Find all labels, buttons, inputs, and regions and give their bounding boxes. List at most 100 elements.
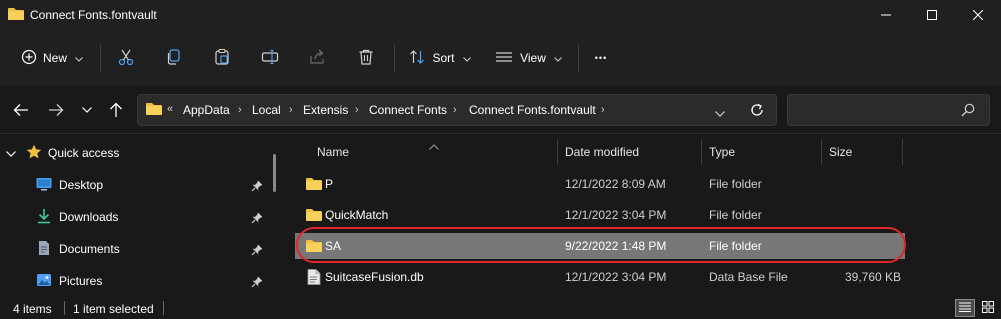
rename-icon [261, 48, 279, 69]
toolbar-divider [578, 44, 579, 72]
tiles-view-icon [982, 300, 994, 316]
pin-icon[interactable] [251, 244, 263, 259]
column-header-type[interactable]: Type [709, 145, 735, 159]
sidebar-item-label: Documents [59, 242, 120, 256]
folder-icon [146, 102, 162, 119]
pin-icon[interactable] [251, 212, 263, 227]
status-bar: 4 items 1 item selected [0, 296, 1001, 319]
download-icon [36, 208, 52, 227]
clipboard-icon [213, 48, 231, 69]
command-bar: New Sort View ••• [0, 30, 1001, 86]
sidebar-item-downloads[interactable]: Downloads [36, 201, 266, 233]
view-button[interactable]: View [490, 42, 568, 74]
toolbar-divider [394, 44, 395, 72]
quick-access-item[interactable]: Quick access [6, 137, 266, 169]
cut-button[interactable] [110, 42, 142, 74]
column-divider[interactable] [902, 139, 903, 165]
sort-button[interactable]: Sort [404, 42, 476, 74]
file-date: 12/1/2022 3:04 PM [565, 270, 667, 284]
refresh-icon[interactable] [749, 102, 765, 121]
search-icon[interactable] [961, 103, 975, 120]
copy-icon [165, 48, 183, 69]
copy-button[interactable] [158, 42, 190, 74]
pictures-icon [36, 272, 52, 291]
file-name: SuitcaseFusion.db [325, 270, 424, 284]
file-type: Data Base File [709, 270, 788, 284]
document-icon [36, 240, 52, 259]
star-icon [26, 144, 42, 163]
file-type: File folder [709, 177, 762, 191]
file-name: P [325, 177, 334, 191]
pin-icon[interactable] [251, 276, 263, 291]
breadcrumb-connect-fonts[interactable]: Connect Fonts [369, 103, 447, 117]
chevron-down-icon [75, 51, 83, 65]
column-header-name[interactable]: Name [317, 145, 349, 159]
file-row[interactable]: SuitcaseFusion.db 12/1/2022 3:04 PM Data… [295, 264, 905, 290]
folder-icon [8, 7, 24, 24]
share-icon [309, 48, 327, 69]
recent-locations-chevron-icon[interactable] [77, 100, 97, 120]
file-size: 39,760 KB [845, 270, 902, 284]
file-row[interactable]: P 12/1/2022 8:09 AM File folder [295, 171, 905, 197]
new-button[interactable]: New [14, 42, 90, 74]
file-date: 12/1/2022 3:04 PM [565, 208, 667, 222]
trash-icon [357, 48, 375, 69]
scissors-icon [117, 48, 135, 69]
breadcrumb-appdata[interactable]: AppData [183, 103, 230, 117]
breadcrumb-separator-icon[interactable]: › [238, 104, 242, 116]
column-divider[interactable] [821, 139, 822, 165]
maximize-button[interactable] [909, 0, 955, 30]
navpane-scrollbar[interactable] [273, 154, 276, 192]
forward-arrow-icon[interactable] [46, 100, 66, 120]
back-arrow-icon[interactable] [11, 100, 31, 120]
sidebar-item-label: Downloads [59, 210, 119, 224]
search-input[interactable] [787, 94, 990, 126]
delete-button[interactable] [350, 42, 382, 74]
file-row[interactable]: QuickMatch 12/1/2022 3:04 PM File folder [295, 202, 905, 228]
breadcrumb-connect-fonts-fontvault[interactable]: Connect Fonts.fontvault [469, 103, 596, 117]
folder-icon [306, 208, 322, 225]
minimize-button[interactable] [863, 0, 909, 30]
address-dropdown-chevron-icon[interactable] [715, 106, 725, 120]
navigation-bar: « AppData › Local › Extensis › Connect F… [0, 86, 1001, 134]
annotation-highlight-ring [296, 227, 906, 263]
chevron-down-icon[interactable] [6, 146, 16, 160]
pin-icon[interactable] [251, 180, 263, 195]
sidebar-item-documents[interactable]: Documents [36, 233, 266, 265]
database-file-icon [307, 269, 321, 288]
file-name: QuickMatch [325, 208, 389, 222]
sort-ascending-chevron-icon [429, 139, 439, 153]
breadcrumb-extensis[interactable]: Extensis [303, 103, 348, 117]
breadcrumb-local[interactable]: Local [252, 103, 281, 117]
breadcrumb-separator-icon[interactable]: › [601, 104, 605, 116]
share-button[interactable] [302, 42, 334, 74]
view-label: View [520, 51, 546, 65]
item-count: 4 items [13, 302, 52, 316]
close-button[interactable] [955, 0, 1001, 30]
overflow-chevron-icon[interactable]: « [167, 103, 173, 115]
sort-label: Sort [432, 51, 455, 65]
breadcrumb-separator-icon[interactable]: › [289, 104, 293, 116]
column-divider[interactable] [701, 139, 702, 165]
toolbar-divider [100, 44, 101, 72]
new-label: New [42, 51, 67, 65]
breadcrumb-separator-icon[interactable]: › [453, 104, 457, 116]
column-divider[interactable] [557, 139, 558, 165]
paste-button[interactable] [206, 42, 238, 74]
sidebar-item-pictures[interactable]: Pictures [36, 265, 266, 297]
up-arrow-icon[interactable] [106, 100, 126, 120]
sidebar-item-desktop[interactable]: Desktop [36, 169, 266, 201]
quick-access-label: Quick access [48, 146, 120, 160]
view-lines-icon [496, 51, 513, 66]
column-header-date-modified[interactable]: Date modified [565, 145, 639, 159]
column-header-size[interactable]: Size [829, 145, 852, 159]
breadcrumb-separator-icon[interactable]: › [355, 104, 359, 116]
navigation-pane: Quick access Desktop Downloads Documents [0, 134, 280, 296]
more-options-button[interactable]: ••• [586, 42, 616, 74]
rename-button[interactable] [254, 42, 286, 74]
details-view-button[interactable] [955, 299, 975, 317]
window-title: Connect Fonts.fontvault [30, 8, 157, 22]
large-icons-view-button[interactable] [978, 299, 998, 317]
address-bar[interactable]: « AppData › Local › Extensis › Connect F… [137, 94, 777, 126]
status-divider [64, 301, 65, 315]
